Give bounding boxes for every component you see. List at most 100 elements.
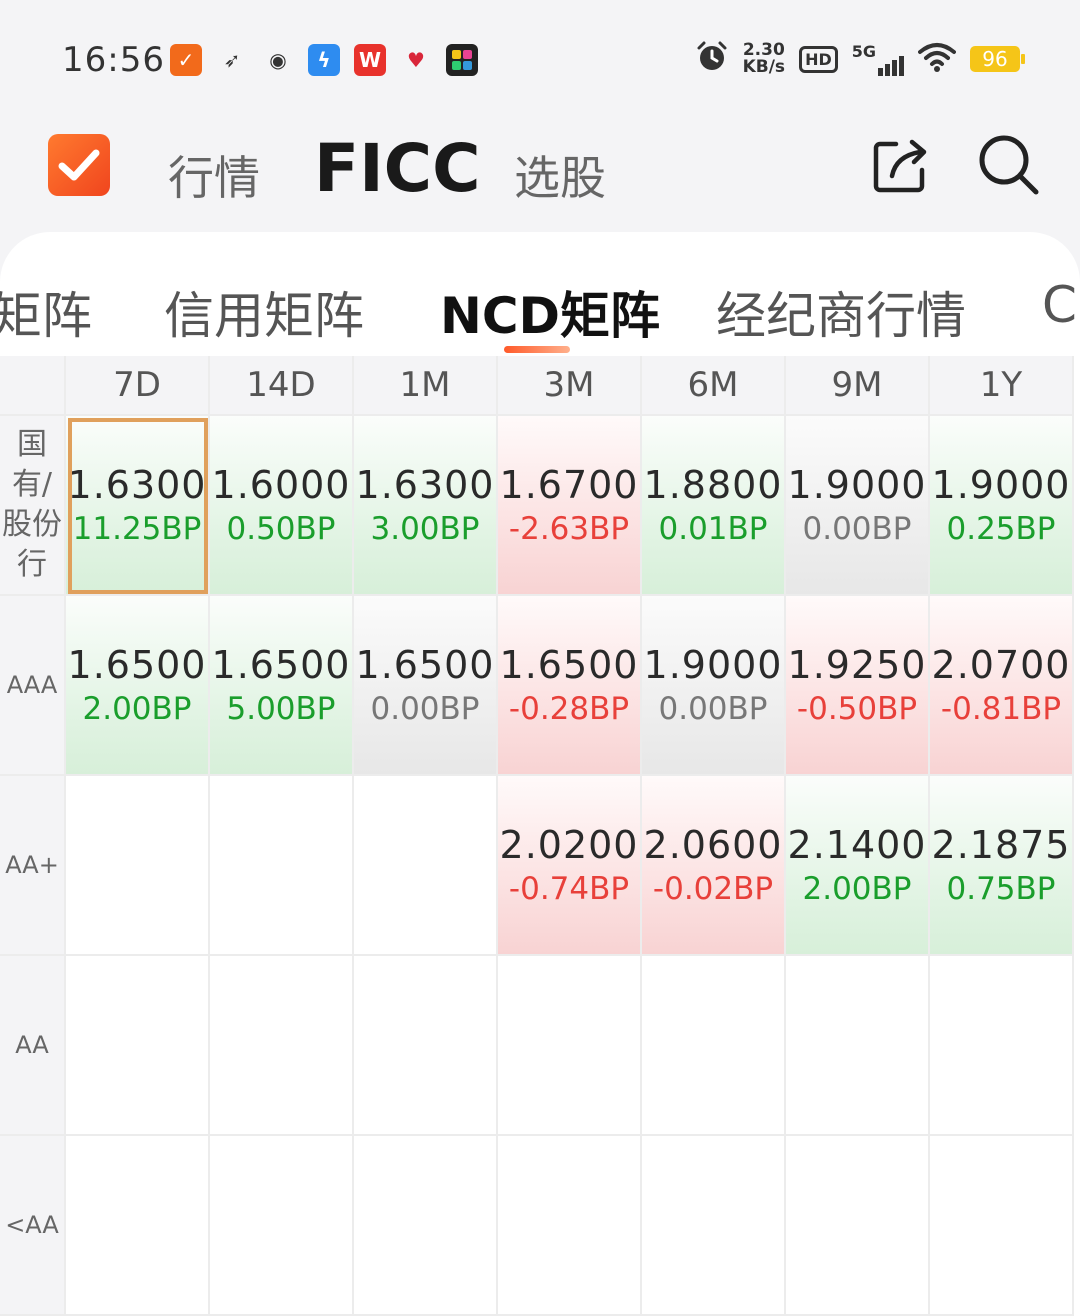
cell-rate: 1.6300: [355, 463, 495, 507]
cell-rate: 1.6500: [67, 643, 207, 687]
matrix-cell[interactable]: 2.1875 0.75BP: [930, 776, 1074, 956]
subtab-matrix[interactable]: 矩阵: [0, 276, 92, 348]
wifi-icon: [918, 42, 956, 76]
matrix-cell-empty: [210, 956, 354, 1136]
column-header-14d[interactable]: 14D: [210, 356, 354, 416]
cell-rate: 2.0600: [643, 823, 783, 867]
cell-rate: 1.9000: [643, 643, 783, 687]
subtab-ncd-matrix[interactable]: NCD矩阵: [440, 276, 660, 348]
matrix-cell[interactable]: 1.6500 5.00BP: [210, 596, 354, 776]
matrix-cell-empty: [66, 956, 210, 1136]
matrix-cell[interactable]: 1.6500 0.00BP: [354, 596, 498, 776]
cell-rate: 2.0700: [931, 643, 1071, 687]
cell-bp-change: 5.00BP: [226, 691, 336, 727]
matrix-cell[interactable]: 1.6000 0.50BP: [210, 416, 354, 596]
cell-bp-change: 0.50BP: [226, 511, 336, 547]
matrix-cell-empty: [210, 776, 354, 956]
battery-indicator: 96: [970, 46, 1025, 72]
row-header: AAA: [0, 596, 66, 776]
wps-icon: W: [354, 44, 386, 76]
cell-bp-change: -0.81BP: [940, 691, 1062, 727]
matrix-corner: [0, 356, 66, 416]
cell-bp-change: -0.50BP: [796, 691, 918, 727]
matrix-cell[interactable]: 1.6500 -0.28BP: [498, 596, 642, 776]
matrix-cell[interactable]: 2.1400 2.00BP: [786, 776, 930, 956]
row-header-line: AA: [15, 1031, 49, 1059]
column-header-1y[interactable]: 1Y: [930, 356, 1074, 416]
network-type-label: 5G: [851, 42, 876, 61]
cell-bp-change: 0.00BP: [370, 691, 480, 727]
cell-bp-change: 0.00BP: [802, 511, 912, 547]
app-logo[interactable]: [48, 134, 110, 196]
sub-tabs: 矩阵 信用矩阵 NCD矩阵 经纪商行情 C: [0, 232, 1080, 356]
cell-rate: 2.1400: [787, 823, 927, 867]
matrix-cell[interactable]: 2.0200 -0.74BP: [498, 776, 642, 956]
matrix-cell[interactable]: 1.9000 0.00BP: [786, 416, 930, 596]
hd-badge: HD: [799, 45, 838, 73]
subtab-credit-matrix[interactable]: 信用矩阵: [164, 276, 364, 348]
cell-rate: 2.1875: [931, 823, 1071, 867]
row-header-line: AAA: [6, 671, 58, 699]
weibo-icon: ◉: [269, 48, 287, 72]
active-tab-indicator: [504, 346, 570, 353]
column-header-6m[interactable]: 6M: [642, 356, 786, 416]
matrix-cell[interactable]: 1.6300 11.25BP: [66, 416, 210, 596]
matrix-cell-empty: [210, 1136, 354, 1316]
subtab-more[interactable]: C: [1042, 276, 1077, 334]
search-icon[interactable]: [976, 132, 1040, 196]
matrix-cell[interactable]: 1.9000 0.25BP: [930, 416, 1074, 596]
network-speed: 2.30 KB/s: [743, 42, 785, 76]
matrix-cell[interactable]: 1.6300 3.00BP: [354, 416, 498, 596]
matrix-cell[interactable]: 2.0700 -0.81BP: [930, 596, 1074, 776]
column-header-7d[interactable]: 7D: [66, 356, 210, 416]
matrix-cell-empty: [66, 1136, 210, 1316]
signal-5g: 5G: [852, 42, 904, 76]
row-header-line: 行: [17, 547, 47, 582]
subtab-broker-quotes[interactable]: 经纪商行情: [716, 276, 966, 348]
cell-bp-change: 0.25BP: [946, 511, 1056, 547]
network-speed-unit: KB/s: [742, 57, 786, 77]
matrix-cell[interactable]: 1.9000 0.00BP: [642, 596, 786, 776]
cell-bp-change: -0.74BP: [508, 871, 630, 907]
matrix-cell-empty: [930, 1136, 1074, 1316]
cell-rate: 1.6500: [499, 643, 639, 687]
matrix-cell-empty: [498, 1136, 642, 1316]
tab-ficc[interactable]: FICC: [314, 130, 481, 207]
column-header-1m[interactable]: 1M: [354, 356, 498, 416]
matrix-cell[interactable]: 1.6700 -2.63BP: [498, 416, 642, 596]
cell-rate: 2.0200: [499, 823, 639, 867]
app-root: 16:56 ✓ ➶ ◉ ϟ W ♥ 2.30 KB/s HD 5G 96 行情 …: [0, 0, 1080, 1316]
matrix-cell[interactable]: 1.9250 -0.50BP: [786, 596, 930, 776]
cell-bp-change: 0.75BP: [946, 871, 1056, 907]
alarm-icon: [695, 40, 729, 78]
matrix-cell-empty: [66, 776, 210, 956]
cell-bp-change: 0.01BP: [658, 511, 768, 547]
cell-bp-change: -0.02BP: [652, 871, 774, 907]
matrix-cell[interactable]: 2.0600 -0.02BP: [642, 776, 786, 956]
grid-app-icon: [446, 44, 478, 76]
column-header-9m[interactable]: 9M: [786, 356, 930, 416]
row-header: <AA: [0, 1136, 66, 1316]
cell-bp-change: 2.00BP: [802, 871, 912, 907]
row-header-line: 股份: [2, 507, 62, 542]
lightning-icon: ϟ: [308, 44, 340, 76]
column-header-3m[interactable]: 3M: [498, 356, 642, 416]
cell-rate: 1.8800: [643, 463, 783, 507]
status-bar: 16:56 ✓ ➶ ◉ ϟ W ♥ 2.30 KB/s HD 5G 96: [0, 0, 1080, 120]
matrix-cell-empty: [354, 956, 498, 1136]
share-icon[interactable]: [870, 134, 932, 196]
cell-rate: 1.9000: [787, 463, 927, 507]
matrix-cell[interactable]: 1.6500 2.00BP: [66, 596, 210, 776]
tab-stock-picker[interactable]: 选股: [514, 142, 606, 208]
cell-bp-change: -2.63BP: [508, 511, 630, 547]
matrix-cell[interactable]: 1.8800 0.01BP: [642, 416, 786, 596]
ncd-matrix: 7D 14D 1M 3M 6M 9M 1Y 国有/股份行 1.6300 11.25BP 1.6000…: [0, 356, 1080, 1316]
matrix-cell-empty: [930, 956, 1074, 1136]
top-nav: 行情 FICC 选股: [0, 120, 1080, 230]
row-header: 国有/股份行: [0, 416, 66, 596]
tab-market[interactable]: 行情: [168, 142, 260, 208]
row-header-line: <AA: [5, 1211, 59, 1239]
notification-icons: ✓ ➶ ◉ ϟ W ♥: [170, 44, 478, 76]
matrix-cell-empty: [354, 776, 498, 956]
status-time: 16:56: [62, 40, 165, 80]
